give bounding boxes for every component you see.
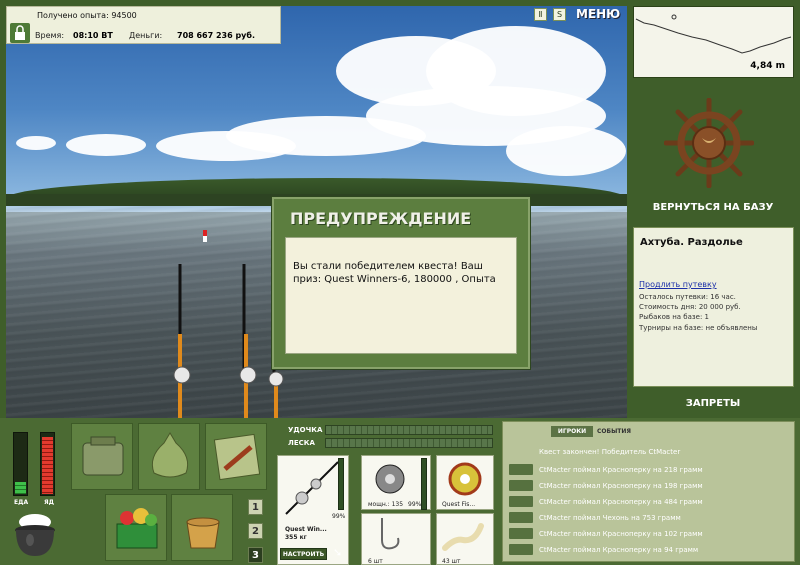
fish-icon bbox=[509, 544, 533, 555]
poison-meter bbox=[40, 432, 55, 496]
line-slot[interactable]: Quest Fis... bbox=[436, 455, 494, 510]
dialog-message: Вы стали победителем квеста! Ваш приз: Q… bbox=[293, 261, 496, 285]
bait-worm-icon bbox=[442, 523, 484, 551]
ship-wheel-icon[interactable] bbox=[664, 98, 754, 188]
tab-events[interactable]: СОБЫТИЯ bbox=[597, 426, 631, 437]
money-value: 708 667 236 руб. bbox=[177, 31, 256, 40]
rod-wear-bar bbox=[338, 458, 344, 510]
fish-icon bbox=[509, 528, 533, 539]
fishing-map-icon bbox=[213, 433, 261, 481]
event-row: CtMacter поймал Красноперку на 198 грамм bbox=[539, 482, 703, 490]
warning-dialog: ПРЕДУПРЕЖДЕНИЕ Вы стали победителем квес… bbox=[272, 197, 530, 369]
poison-label: ЯД bbox=[44, 499, 54, 506]
player-status-panel: Получено опыта: 94500 Время: 08:10 ВТ Де… bbox=[6, 6, 281, 44]
event-row: CtMacter поймал Красноперку на 102 грамм bbox=[539, 530, 703, 538]
menu-button[interactable]: МЕНЮ bbox=[576, 7, 620, 21]
experience-label: Получено опыта: 94500 bbox=[37, 11, 137, 20]
money-label: Деньги: bbox=[129, 31, 163, 40]
bag-icon bbox=[82, 436, 124, 476]
inventory-slot-bucket[interactable] bbox=[171, 494, 233, 561]
fish-icon bbox=[509, 512, 533, 523]
anglers-count: Рыбаков на базе: 1 bbox=[639, 313, 709, 321]
hook-slot[interactable]: 6 шт bbox=[361, 513, 431, 565]
inventory-slot-bag[interactable] bbox=[71, 423, 133, 490]
sound-icon[interactable]: S bbox=[553, 8, 566, 21]
reel-wear-bar bbox=[421, 458, 427, 510]
inventory-slot-map[interactable] bbox=[205, 423, 267, 490]
line-name: Quest Fis... bbox=[442, 501, 476, 508]
time-value: 08:10 ВТ bbox=[73, 31, 113, 40]
tab-players[interactable]: ИГРОКИ bbox=[551, 426, 593, 437]
line-label: ЛЕСКА bbox=[288, 439, 315, 447]
event-row: CtMacter поймал Красноперку на 218 грамм bbox=[539, 466, 703, 474]
permit-remaining: Осталось путевки: 16 час. bbox=[639, 293, 736, 301]
event-row: CtMacter поймал Красноперку на 484 грамм bbox=[539, 498, 703, 506]
event-row: CtMacter поймал Чехонь на 753 грамм bbox=[539, 514, 681, 522]
depth-map[interactable]: 4,84 m bbox=[633, 6, 794, 78]
slot-page-3[interactable]: 3 bbox=[248, 547, 263, 563]
rod-percent: 99% bbox=[332, 513, 346, 520]
fish-icon bbox=[509, 464, 533, 475]
tournaments-info: Турниры на базе: не объявлены bbox=[639, 324, 758, 332]
location-name: Ахтуба. Раздолье bbox=[640, 237, 743, 248]
cauldron-icon[interactable] bbox=[10, 512, 60, 562]
rod-weight: 355 кг bbox=[285, 534, 307, 541]
time-label: Время: bbox=[35, 31, 65, 40]
depth-value: 4,84 m bbox=[750, 61, 785, 71]
setup-button[interactable]: НАСТРОИТЬ bbox=[280, 548, 327, 560]
slot-page-1[interactable]: 1 bbox=[248, 499, 263, 515]
events-panel: ИГРОКИ СОБЫТИЯ Квест закончен! Победител… bbox=[502, 421, 795, 562]
slot-page-2[interactable]: 2 bbox=[248, 523, 263, 539]
reel-percent: 99% bbox=[408, 501, 422, 508]
rod-bar bbox=[325, 425, 493, 435]
bucket-icon bbox=[186, 517, 220, 549]
food-meter bbox=[13, 432, 28, 496]
bans-button[interactable]: ЗАПРЕТЫ bbox=[632, 398, 794, 409]
food-label: ЕДА bbox=[14, 499, 29, 506]
hook-count: 6 шт bbox=[368, 558, 383, 565]
boat-position-marker bbox=[671, 14, 677, 20]
rod-icon bbox=[285, 461, 339, 515]
arrow-icon[interactable]: ➘ bbox=[333, 546, 342, 559]
line-bar bbox=[325, 438, 493, 448]
hook-icon bbox=[381, 518, 400, 550]
dialog-message-box: Вы стали победителем квеста! Ваш приз: Q… bbox=[285, 237, 517, 354]
reel-icon bbox=[375, 464, 405, 494]
fish-icon bbox=[509, 496, 533, 507]
dialog-title: ПРЕДУПРЕЖДЕНИЕ bbox=[290, 209, 472, 228]
bait-slot[interactable]: 43 шт bbox=[436, 513, 494, 565]
bait-count: 43 шт bbox=[442, 558, 461, 565]
food-basket-icon bbox=[116, 508, 158, 549]
inventory-slot-sack[interactable] bbox=[138, 423, 200, 490]
rod-label: УДОЧКА bbox=[288, 426, 323, 434]
inventory-slot-food-basket[interactable] bbox=[105, 494, 167, 561]
fish-icon bbox=[509, 480, 533, 491]
quest-finished-message: Квест закончен! Победитель CtMacter bbox=[539, 448, 681, 456]
float-bobber bbox=[203, 230, 207, 242]
extend-permit-link[interactable]: Продлить путевку bbox=[639, 280, 717, 289]
rod-name: Quest Win... bbox=[285, 526, 327, 533]
reel-power: мощн.: 135 bbox=[368, 501, 404, 508]
pause-icon[interactable]: Ⅱ bbox=[534, 8, 547, 21]
sack-icon bbox=[151, 432, 189, 478]
event-row: CtMacter поймал Красноперку на 94 грамм bbox=[539, 546, 699, 554]
fishing-line-spool-icon bbox=[448, 462, 482, 496]
day-cost: Стоимость дня: 20 000 руб. bbox=[639, 303, 741, 311]
lock-icon[interactable] bbox=[10, 23, 30, 43]
return-to-base-button[interactable]: ВЕРНУТЬСЯ НА БАЗУ bbox=[632, 202, 794, 213]
location-info-panel: Ахтуба. Раздолье Продлить путевку Остало… bbox=[633, 227, 794, 387]
